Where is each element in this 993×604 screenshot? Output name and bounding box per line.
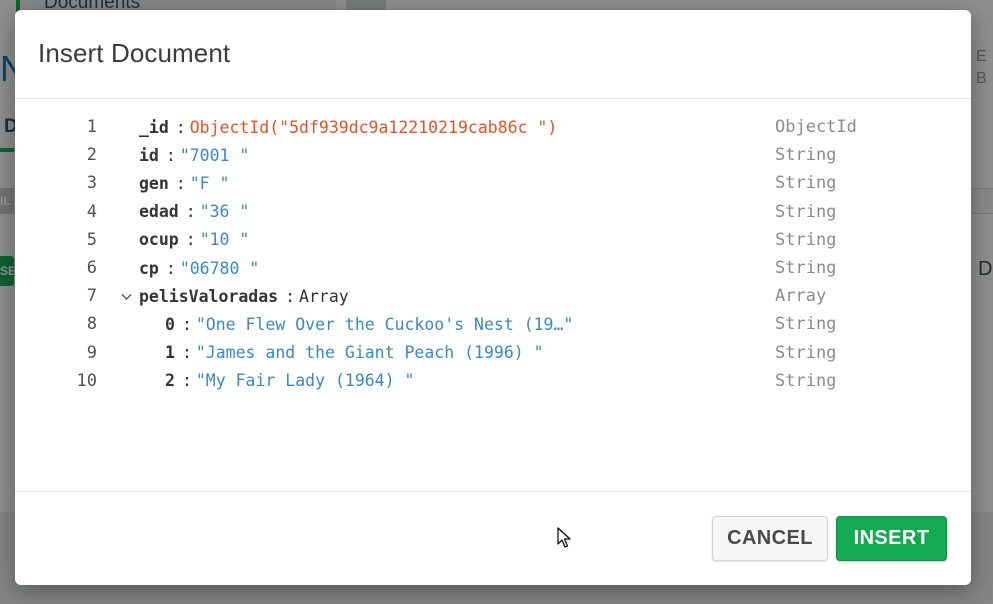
- modal-footer: CANCEL INSERT: [15, 492, 971, 585]
- key-separator: :: [165, 258, 176, 278]
- field-key[interactable]: ocup: [139, 230, 179, 249]
- field-type[interactable]: Array: [775, 286, 826, 306]
- key-separator: :: [185, 202, 196, 222]
- line-number: 4: [86, 201, 97, 222]
- field-value[interactable]: "36 ": [200, 202, 250, 221]
- editor-row[interactable]: 9 1: "James and the Giant Peach (1996) " St…: [15, 339, 971, 367]
- editor-row[interactable]: 5 ocup: "10 " String: [15, 226, 971, 254]
- field-value[interactable]: "F ": [190, 174, 230, 193]
- line-number: 6: [86, 258, 97, 279]
- line-number: 9: [86, 342, 97, 363]
- field-type[interactable]: String: [775, 202, 836, 222]
- key-separator: :: [175, 173, 186, 193]
- field[interactable]: 2: "My Fair Lady (1964) ": [165, 371, 414, 390]
- editor-row[interactable]: 3 gen: "F " String: [15, 169, 971, 197]
- key-separator: :: [181, 314, 192, 334]
- field-key[interactable]: pelisValoradas: [139, 287, 278, 306]
- editor-row[interactable]: 7 pelisValoradas: Array Array: [15, 282, 971, 310]
- field-value[interactable]: "One Flew Over the Cuckoo's Nest (19…": [196, 315, 574, 334]
- field-value[interactable]: "06780 ": [180, 259, 259, 278]
- field-key[interactable]: 2: [165, 371, 175, 390]
- field-key[interactable]: 1: [165, 343, 175, 362]
- field[interactable]: 0: "One Flew Over the Cuckoo's Nest (19…": [165, 315, 573, 334]
- line-number: 5: [86, 229, 97, 250]
- line-number: 3: [86, 173, 97, 194]
- key-separator: :: [185, 230, 196, 250]
- editor-row[interactable]: 6 cp: "06780 " String: [15, 254, 971, 282]
- line-number: 10: [76, 370, 97, 391]
- field-type[interactable]: String: [775, 258, 836, 278]
- editor-row[interactable]: 2 id: "7001 " String: [15, 141, 971, 169]
- cancel-button[interactable]: CANCEL: [712, 516, 828, 561]
- field[interactable]: edad: "36 ": [139, 202, 249, 221]
- mouse-pointer-icon: [557, 527, 571, 548]
- field-value[interactable]: Array: [299, 287, 349, 306]
- field[interactable]: pelisValoradas: Array: [139, 287, 349, 306]
- line-number: 2: [86, 145, 97, 166]
- key-separator: :: [175, 117, 186, 137]
- field-key[interactable]: 0: [165, 315, 175, 334]
- field-type[interactable]: String: [775, 343, 836, 363]
- field[interactable]: id: "7001 ": [139, 146, 249, 165]
- document-editor[interactable]: 1 _id: ObjectId("5df939dc9a12210219cab86c …: [15, 99, 971, 492]
- editor-row[interactable]: 8 0: "One Flew Over the Cuckoo's Nest (19……: [15, 310, 971, 338]
- field-value[interactable]: "10 ": [200, 230, 250, 249]
- editor-row[interactable]: 4 edad: "36 " String: [15, 198, 971, 226]
- field[interactable]: 1: "James and the Giant Peach (1996) ": [165, 343, 544, 362]
- field-type[interactable]: String: [775, 230, 836, 250]
- editor-row[interactable]: 10 2: "My Fair Lady (1964) " String: [15, 367, 971, 395]
- insert-document-modal: Insert Document 1 _id: ObjectId("5df939dc9…: [15, 10, 971, 585]
- key-separator: :: [165, 145, 176, 165]
- editor-row[interactable]: 1 _id: ObjectId("5df939dc9a12210219cab86c …: [15, 113, 971, 141]
- key-separator: :: [181, 371, 192, 391]
- field-key[interactable]: gen: [139, 174, 169, 193]
- field-type[interactable]: String: [775, 173, 836, 193]
- line-number: 7: [86, 286, 97, 307]
- field[interactable]: ocup: "10 ": [139, 230, 249, 249]
- field[interactable]: gen: "F ": [139, 174, 230, 193]
- field-type[interactable]: String: [775, 314, 836, 334]
- field-key[interactable]: edad: [139, 202, 179, 221]
- key-separator: :: [181, 343, 192, 363]
- modal-title: Insert Document: [38, 38, 231, 68]
- field-value[interactable]: "My Fair Lady (1964) ": [196, 371, 415, 390]
- field-value[interactable]: "James and the Giant Peach (1996) ": [196, 343, 544, 362]
- field[interactable]: cp: "06780 ": [139, 259, 259, 278]
- line-number: 8: [86, 314, 97, 335]
- field-type[interactable]: ObjectId: [775, 117, 857, 137]
- chevron-down-icon[interactable]: [121, 290, 132, 305]
- line-number: 1: [86, 117, 97, 138]
- editor-rows: 1 _id: ObjectId("5df939dc9a12210219cab86c …: [15, 113, 971, 395]
- field-type[interactable]: String: [775, 145, 836, 165]
- key-separator: :: [285, 286, 296, 306]
- field-key[interactable]: cp: [139, 259, 159, 278]
- field-value[interactable]: "7001 ": [180, 146, 250, 165]
- field[interactable]: _id: ObjectId("5df939dc9a12210219cab86c "…: [139, 118, 557, 137]
- insert-button[interactable]: INSERT: [836, 516, 947, 561]
- field-key[interactable]: id: [139, 146, 159, 165]
- field-key[interactable]: _id: [139, 118, 169, 137]
- field-type[interactable]: String: [775, 371, 836, 391]
- field-value[interactable]: ObjectId("5df939dc9a12210219cab86c "): [190, 118, 558, 137]
- modal-header: Insert Document: [15, 10, 971, 99]
